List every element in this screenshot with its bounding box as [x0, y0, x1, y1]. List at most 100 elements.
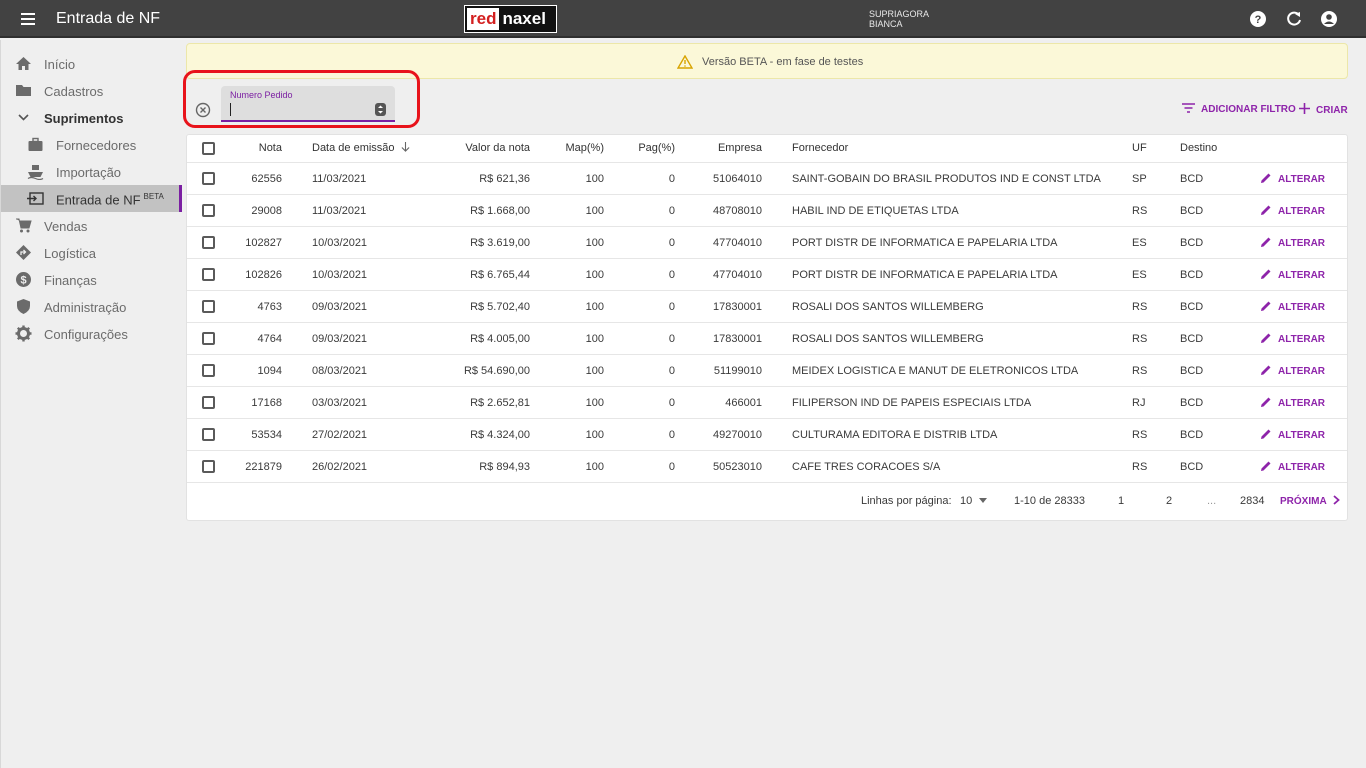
page-last-button[interactable]: 2834	[1240, 495, 1264, 507]
table-row[interactable]: 62556 11/03/2021 R$ 621,36 100 0 5106401…	[187, 163, 1347, 195]
next-page-button[interactable]: PRÓXIMA	[1280, 495, 1340, 507]
column-header-data-emissao[interactable]: Data de emissão	[312, 142, 422, 154]
account-icon[interactable]	[1320, 10, 1338, 28]
table-row[interactable]: 4764 09/03/2021 R$ 4.005,00 100 0 178300…	[187, 323, 1347, 355]
cell-nota: 102826	[245, 269, 282, 281]
sidebar-item-administracao[interactable]: Administração	[1, 293, 182, 320]
cell-fornecedor: SAINT-GOBAIN DO BRASIL PRODUTOS IND E CO…	[792, 173, 1101, 185]
column-header-empresa[interactable]: Empresa	[692, 142, 762, 154]
sidebar-item-cadastros[interactable]: Cadastros	[1, 77, 182, 104]
sidebar-item-configuracoes[interactable]: Configurações	[1, 320, 182, 347]
alterar-button[interactable]: ALTERAR	[1260, 396, 1325, 411]
cell-destino: BCD	[1180, 397, 1204, 409]
table-row[interactable]: 4763 09/03/2021 R$ 5.702,40 100 0 178300…	[187, 291, 1347, 323]
sidebar-item-logistica[interactable]: Logística	[1, 239, 182, 266]
sidebar-item-label: Administração	[44, 300, 127, 315]
alterar-button[interactable]: ALTERAR	[1260, 460, 1325, 475]
refresh-icon[interactable]	[1285, 10, 1303, 28]
table-row[interactable]: 102827 10/03/2021 R$ 3.619,00 100 0 4770…	[187, 227, 1347, 259]
alterar-button[interactable]: ALTERAR	[1260, 364, 1325, 379]
cell-uf: RS	[1132, 461, 1148, 473]
cell-fornecedor: CULTURAMA EDITORA E DISTRIB LTDA	[792, 429, 998, 441]
sidebar-item-fornecedores[interactable]: Fornecedores	[1, 131, 182, 158]
cell-destino: BCD	[1180, 461, 1204, 473]
sidebar-item-label: Finanças	[44, 273, 97, 288]
cell-destino: BCD	[1180, 333, 1204, 345]
column-header-uf[interactable]: UF	[1132, 142, 1162, 154]
cell-valor: R$ 4.324,00	[470, 429, 530, 441]
alterar-button[interactable]: ALTERAR	[1260, 204, 1325, 219]
page-range: 1-10 de 28333	[1014, 495, 1085, 507]
cell-map: 100	[585, 429, 604, 441]
select-all-checkbox[interactable]	[202, 142, 215, 155]
logo-red-text: red	[467, 8, 500, 30]
numero-pedido-field[interactable]: Numero Pedido	[221, 86, 395, 122]
column-header-pag[interactable]: Pag(%)	[617, 142, 675, 154]
create-button[interactable]: CRIAR	[1299, 103, 1348, 117]
table-row[interactable]: 53534 27/02/2021 R$ 4.324,00 100 0 49270…	[187, 419, 1347, 451]
help-icon[interactable]: ?	[1249, 10, 1267, 28]
sidebar-item-entrada-de-nf[interactable]: Entrada de NF BETA	[1, 185, 182, 212]
row-checkbox[interactable]	[202, 428, 215, 441]
column-header-valor[interactable]: Valor da nota	[437, 142, 530, 154]
sidebar-item-label: Fornecedores	[56, 138, 137, 153]
cell-pag: 0	[668, 173, 675, 185]
sidebar-item-label: Vendas	[44, 219, 88, 234]
sidebar-item-financas[interactable]: $ Finanças	[1, 266, 182, 293]
row-checkbox[interactable]	[202, 236, 215, 249]
ship-icon	[27, 163, 44, 181]
alterar-button[interactable]: ALTERAR	[1260, 428, 1325, 443]
row-checkbox[interactable]	[202, 460, 215, 473]
table-row[interactable]: 29008 11/03/2021 R$ 1.668,00 100 0 48708…	[187, 195, 1347, 227]
pencil-icon	[1260, 364, 1272, 379]
table-row[interactable]: 1094 08/03/2021 R$ 54.690,00 100 0 51199…	[187, 355, 1347, 387]
cell-destino: BCD	[1180, 269, 1204, 281]
cell-pag: 0	[668, 205, 675, 217]
row-checkbox[interactable]	[202, 364, 215, 377]
row-checkbox[interactable]	[202, 204, 215, 217]
menu-icon[interactable]	[17, 10, 41, 28]
rows-per-page-select[interactable]: 10	[960, 495, 988, 507]
sidebar-item-inicio[interactable]: Início	[1, 50, 182, 77]
cell-fornecedor: CAFE TRES CORACOES S/A	[792, 461, 941, 473]
cell-map: 100	[585, 237, 604, 249]
sidebar-item-importacao[interactable]: Importação	[1, 158, 182, 185]
alterar-button[interactable]: ALTERAR	[1260, 332, 1325, 347]
row-checkbox[interactable]	[202, 332, 215, 345]
row-checkbox[interactable]	[202, 268, 215, 281]
add-filter-button[interactable]: ADICIONAR FILTRO	[1182, 103, 1296, 116]
column-header-nota[interactable]: Nota	[227, 142, 282, 154]
page-2-button[interactable]: 2	[1166, 495, 1172, 507]
table-row[interactable]: 17168 03/03/2021 R$ 2.652,81 100 0 46600…	[187, 387, 1347, 419]
cell-pag: 0	[668, 301, 675, 313]
alterar-button[interactable]: ALTERAR	[1260, 236, 1325, 251]
alterar-button[interactable]: ALTERAR	[1260, 268, 1325, 283]
column-header-label: Data de emissão	[312, 142, 395, 154]
column-header-fornecedor[interactable]: Fornecedor	[792, 142, 1112, 154]
alterar-label: ALTERAR	[1278, 270, 1326, 281]
row-checkbox[interactable]	[202, 300, 215, 313]
clear-filter-icon[interactable]	[195, 102, 211, 118]
create-label: CRIAR	[1316, 104, 1348, 116]
row-checkbox[interactable]	[202, 396, 215, 409]
page-1-button[interactable]: 1	[1118, 495, 1124, 507]
sidebar-item-vendas[interactable]: Vendas	[1, 212, 182, 239]
row-checkbox[interactable]	[202, 172, 215, 185]
number-spinner-icon[interactable]	[375, 103, 386, 116]
cell-valor: R$ 3.619,00	[470, 237, 530, 249]
company-info: SUPRIAGORA BIANCA	[869, 9, 929, 29]
table-row[interactable]: 221879 26/02/2021 R$ 894,93 100 0 505230…	[187, 451, 1347, 483]
app-bar: Entrada de NF red naxel SUPRIAGORA BIANC…	[0, 0, 1366, 38]
table-row[interactable]: 102826 10/03/2021 R$ 6.765,44 100 0 4770…	[187, 259, 1347, 291]
column-header-map[interactable]: Map(%)	[547, 142, 604, 154]
alterar-button[interactable]: ALTERAR	[1260, 172, 1325, 187]
sidebar-item-suprimentos[interactable]: Suprimentos	[1, 104, 182, 131]
column-header-destino[interactable]: Destino	[1180, 142, 1230, 154]
cell-uf: ES	[1132, 237, 1147, 249]
numero-pedido-input[interactable]	[230, 102, 375, 118]
alterar-button[interactable]: ALTERAR	[1260, 300, 1325, 315]
cell-valor: R$ 1.668,00	[470, 205, 530, 217]
folder-icon	[15, 82, 32, 99]
cell-destino: BCD	[1180, 365, 1204, 377]
cell-map: 100	[585, 301, 604, 313]
